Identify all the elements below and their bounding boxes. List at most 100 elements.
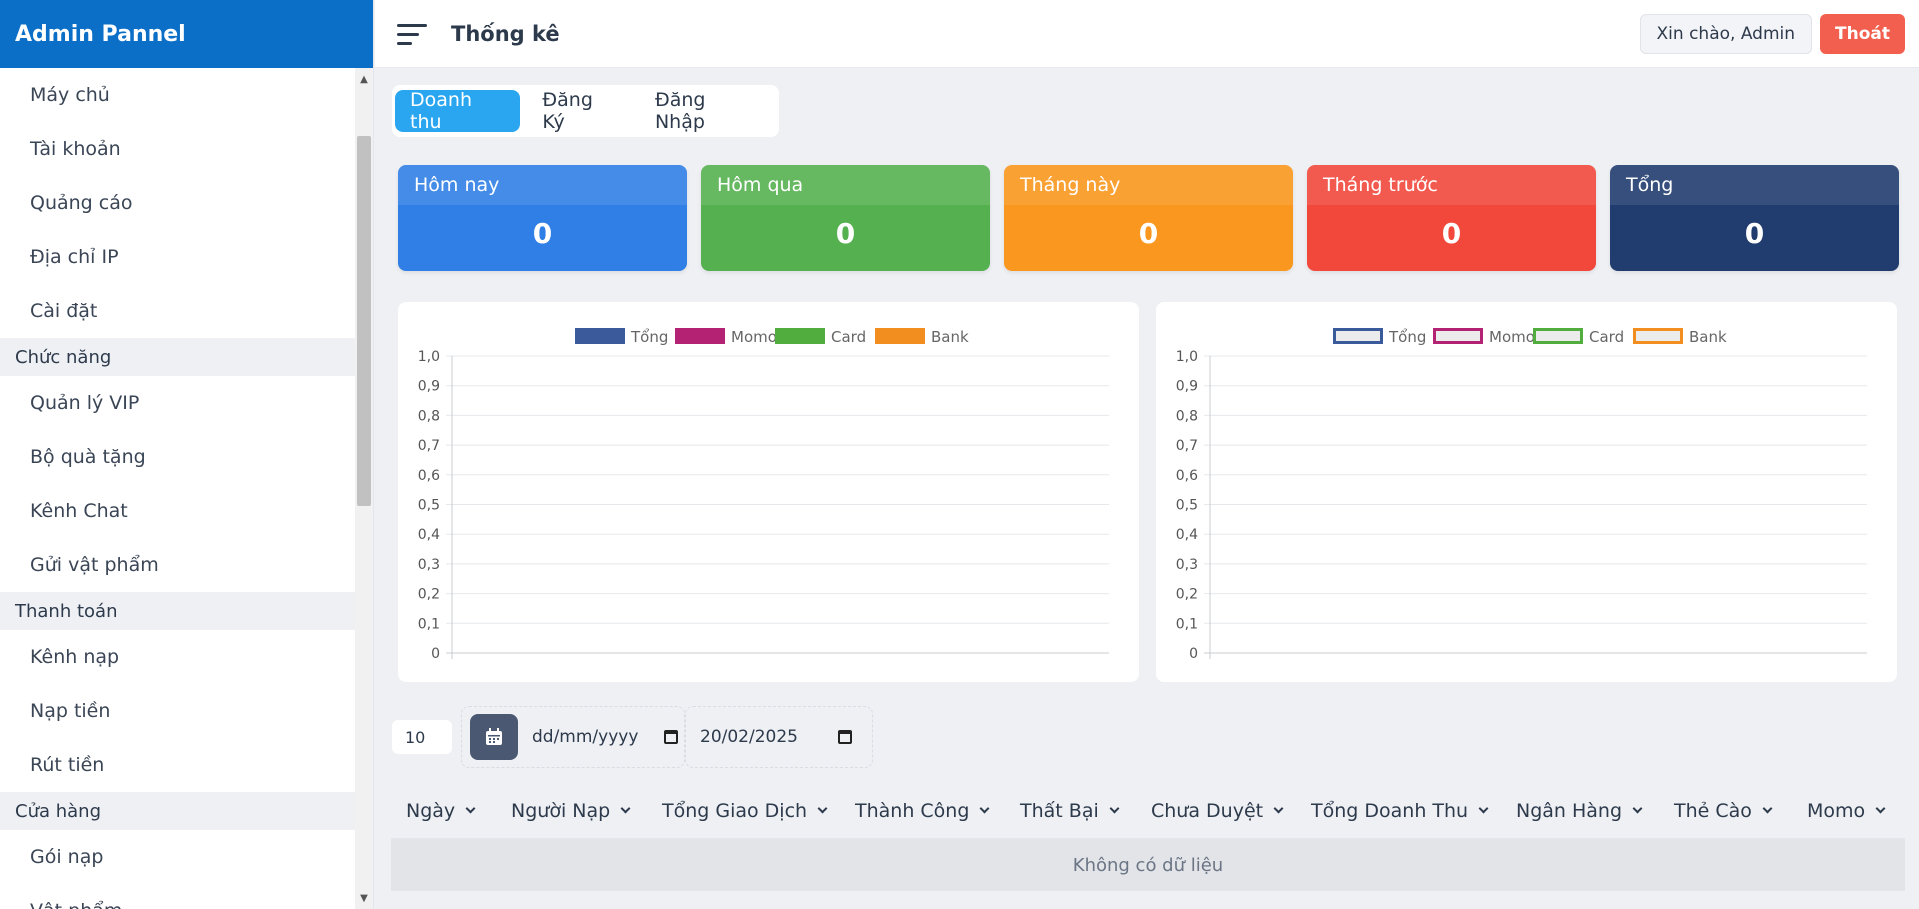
scroll-down-icon[interactable]: ▼	[355, 889, 373, 907]
y-tick-label: 0,8	[418, 408, 440, 424]
sidebar-item[interactable]: Quảng cáo	[0, 176, 355, 230]
greeting-button[interactable]: Xin chào, Admin	[1639, 14, 1813, 54]
sidebar-item[interactable]: Gói nạp	[0, 830, 355, 884]
stat-value: 0	[532, 217, 553, 250]
legend-swatch	[675, 328, 725, 344]
stat-card: Tổng 0	[1610, 165, 1899, 271]
date-to-calendar-icon[interactable]	[838, 730, 852, 744]
y-tick-label: 0	[1189, 646, 1198, 662]
logout-button[interactable]: Thoát	[1820, 14, 1905, 54]
page-size-select[interactable]: 10	[392, 720, 452, 754]
y-tick-label: 0,3	[1176, 557, 1198, 573]
column-header[interactable]: Thất Bại	[1020, 800, 1120, 822]
chevron-down-icon	[1762, 803, 1773, 814]
sidebar-scrollbar[interactable]: ▲ ▼	[355, 68, 373, 909]
y-tick-label: 0,9	[1176, 379, 1198, 395]
table-empty-row: Không có dữ liệu	[391, 839, 1905, 891]
legend-swatch	[1433, 328, 1483, 344]
date-from-picker[interactable]: dd/mm/yyyy	[461, 706, 685, 768]
y-tick-label: 0,5	[418, 498, 440, 514]
sidebar-item[interactable]: Kênh Chat	[0, 484, 355, 538]
legend-label: Tổng	[1388, 328, 1426, 346]
sidebar-item[interactable]: Kênh nạp	[0, 630, 355, 684]
y-tick-label: 0,6	[1176, 468, 1198, 484]
brand-title[interactable]: Admin Pannel	[0, 0, 373, 68]
column-header[interactable]: Người Nạp	[511, 800, 631, 822]
stat-value: 0	[835, 217, 856, 250]
sidebar-item[interactable]: Rút tiền	[0, 738, 355, 792]
column-header[interactable]: Momo	[1807, 800, 1886, 822]
legend-swatch	[1533, 328, 1583, 344]
revenue-line-chart: 0 0,1 0,2 0,3 0,4 0,5 0,6 0,7 0,8 0,9 1,0 Tổng Momo C…	[1176, 328, 1867, 662]
page-title: Thống kê	[451, 21, 560, 46]
legend-swatch	[875, 328, 925, 344]
hamburger-icon[interactable]	[397, 22, 429, 46]
chevron-down-icon	[817, 803, 828, 814]
sidebar-item[interactable]: Máy chủ	[0, 68, 355, 122]
legend-label: Momo	[1489, 328, 1535, 346]
table-header: Ngày Người Nạp Tổng Giao Dịch Thành Công Thấ…	[391, 784, 1905, 839]
sidebar-group-label: Chức năng	[0, 338, 355, 376]
tab-2[interactable]: Đăng Nhập	[640, 89, 772, 133]
calendar-icon[interactable]	[470, 714, 518, 760]
date-from-calendar-icon[interactable]	[664, 730, 678, 744]
column-label: Tổng Doanh Thu	[1311, 800, 1469, 822]
legend-item[interactable]: Bank	[875, 328, 969, 346]
scroll-thumb[interactable]	[357, 136, 371, 506]
y-tick-label: 0	[431, 646, 440, 662]
chart-card-revenue-line: 0 0,1 0,2 0,3 0,4 0,5 0,6 0,7 0,8 0,9 1,0 Tổng Momo C…	[1156, 302, 1897, 682]
y-tick-label: 0,7	[1176, 438, 1198, 454]
legend-swatch	[575, 328, 625, 344]
legend-item[interactable]: Card	[775, 328, 866, 346]
sidebar-item[interactable]: Vật phẩm	[0, 884, 355, 909]
chevron-down-icon	[1632, 803, 1643, 814]
tab-0[interactable]: Doanh thu	[395, 89, 521, 133]
legend-item[interactable]: Tổng	[575, 328, 668, 346]
legend-label: Card	[1589, 328, 1624, 346]
chevron-down-icon	[1478, 803, 1489, 814]
legend-item[interactable]: Momo	[1433, 328, 1535, 346]
stats-tabs: Doanh thu Đăng Ký Đăng Nhập	[392, 85, 779, 137]
date-to-picker[interactable]: 20/02/2025	[685, 706, 873, 768]
revenue-table: Ngày Người Nạp Tổng Giao Dịch Thành Công Thấ…	[391, 784, 1905, 891]
column-header[interactable]: Tổng Doanh Thu	[1311, 800, 1489, 822]
column-label: Ngân Hàng	[1516, 800, 1623, 822]
sidebar-item[interactable]: Bộ quà tặng	[0, 430, 355, 484]
column-label: Chưa Duyệt	[1151, 800, 1264, 822]
sidebar: Admin Pannel Máy chủ Tài khoản Quảng cáo Đị…	[0, 0, 374, 909]
chevron-down-icon	[1109, 803, 1120, 814]
date-to-input[interactable]: 20/02/2025	[700, 727, 798, 747]
legend-item[interactable]: Tổng	[1333, 328, 1427, 346]
chart-card-revenue-bar: 0 0,1 0,2 0,3 0,4 0,5 0,6 0,7 0,8 0,9 1,0 Tổng Momo C…	[398, 302, 1139, 682]
chevron-down-icon	[465, 803, 476, 814]
y-tick-label: 0,6	[418, 468, 440, 484]
date-from-input[interactable]: dd/mm/yyyy	[532, 727, 638, 747]
legend-item[interactable]: Bank	[1633, 328, 1727, 346]
stat-value: 0	[1441, 217, 1462, 250]
tab-1[interactable]: Đăng Ký	[527, 89, 633, 133]
sidebar-item[interactable]: Cài đặt	[0, 284, 355, 338]
column-header[interactable]: Thẻ Cào	[1674, 800, 1773, 822]
column-header[interactable]: Thành Công	[855, 800, 990, 822]
stat-card: Tháng này 0	[1004, 165, 1293, 271]
sidebar-item[interactable]: Địa chỉ IP	[0, 230, 355, 284]
legend-item[interactable]: Momo	[675, 328, 777, 346]
sidebar-menu: Máy chủ Tài khoản Quảng cáo Địa chỉ IP Cài đ…	[0, 68, 355, 909]
stat-card: Hôm nay 0	[398, 165, 687, 271]
column-label: Người Nạp	[511, 800, 611, 822]
column-header[interactable]: Tổng Giao Dịch	[662, 800, 828, 822]
column-label: Ngày	[406, 800, 456, 822]
empty-message: Không có dữ liệu	[1072, 854, 1224, 876]
stat-label: Tháng trước	[1307, 165, 1596, 205]
sidebar-item[interactable]: Quản lý VIP	[0, 376, 355, 430]
column-header[interactable]: Chưa Duyệt	[1151, 800, 1284, 822]
sidebar-item[interactable]: Gửi vật phẩm	[0, 538, 355, 592]
column-header[interactable]: Ngày	[406, 800, 476, 822]
sidebar-item[interactable]: Tài khoản	[0, 122, 355, 176]
column-header[interactable]: Ngân Hàng	[1516, 800, 1643, 822]
scroll-up-icon[interactable]: ▲	[355, 70, 373, 88]
y-tick-label: 1,0	[1176, 349, 1198, 365]
column-label: Thẻ Cào	[1674, 800, 1752, 822]
legend-item[interactable]: Card	[1533, 328, 1625, 346]
sidebar-item[interactable]: Nạp tiền	[0, 684, 355, 738]
